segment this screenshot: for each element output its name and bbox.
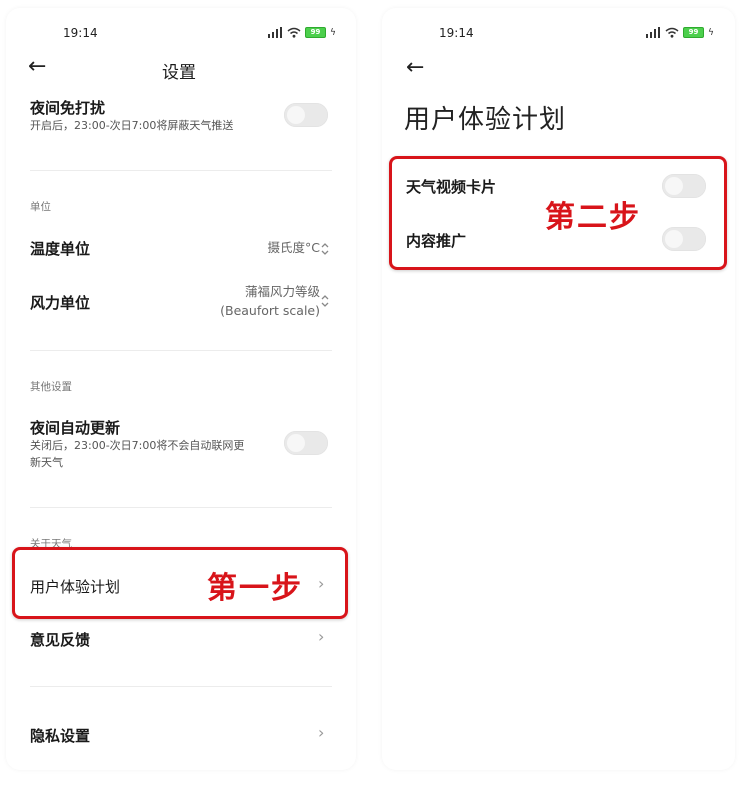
battery-icon: 99 bbox=[683, 27, 704, 38]
night-update-desc-line2: 新天气 bbox=[30, 456, 63, 469]
wind-unit-value-line1: 蒲福风力等级 bbox=[244, 284, 320, 299]
step1-label: 第一步 bbox=[207, 571, 303, 606]
charging-icon: ϟ bbox=[330, 27, 336, 38]
divider bbox=[30, 170, 332, 171]
divider bbox=[30, 350, 332, 351]
night-dnd-desc: 开启后，23:00-次日7:00将屏蔽天气推送 bbox=[30, 119, 234, 132]
night-dnd-title: 夜间免打扰 bbox=[30, 99, 106, 117]
page-title: 设置 bbox=[162, 63, 196, 83]
charging-icon: ϟ bbox=[708, 27, 714, 38]
chevron-right-icon: › bbox=[318, 723, 325, 742]
night-dnd-toggle[interactable] bbox=[284, 103, 328, 127]
privacy-title: 隐私设置 bbox=[30, 727, 91, 745]
temp-unit-value: 摄氏度°C bbox=[267, 240, 320, 255]
signal-icon bbox=[646, 27, 661, 38]
feedback-title: 意见反馈 bbox=[30, 631, 91, 649]
back-arrow-icon[interactable]: ← bbox=[406, 57, 424, 79]
divider bbox=[30, 686, 332, 687]
ux-plan-screen: 19:14 99 ϟ ← 用户体验计划 天气视频卡片 内容推广 bbox=[382, 8, 735, 770]
wind-unit-value-line2: (Beaufort scale) bbox=[220, 303, 320, 318]
chevron-right-icon: › bbox=[318, 627, 325, 646]
updown-icon bbox=[321, 243, 329, 255]
status-bar: 19:14 99 ϟ bbox=[382, 26, 735, 44]
updown-icon bbox=[321, 295, 329, 307]
night-update-title: 夜间自动更新 bbox=[30, 419, 121, 437]
status-time: 19:14 bbox=[439, 26, 474, 40]
wifi-icon bbox=[287, 27, 301, 38]
section-units: 单位 bbox=[30, 201, 51, 213]
night-update-toggle[interactable] bbox=[284, 431, 328, 455]
back-arrow-icon[interactable]: ← bbox=[28, 56, 46, 78]
signal-icon bbox=[268, 27, 283, 38]
page-title: 用户体验计划 bbox=[404, 105, 567, 135]
divider bbox=[30, 507, 332, 508]
wifi-icon bbox=[665, 27, 679, 38]
temp-unit-title: 温度单位 bbox=[30, 240, 91, 258]
section-other: 其他设置 bbox=[30, 381, 72, 393]
status-time: 19:14 bbox=[63, 26, 98, 40]
wind-unit-title: 风力单位 bbox=[30, 294, 91, 312]
step2-label: 第二步 bbox=[545, 200, 641, 235]
settings-screen: 19:14 99 ϟ ← 设置 夜间免打扰 开启后，23:00-次日7:00将屏… bbox=[6, 8, 356, 770]
battery-icon: 99 bbox=[305, 27, 326, 38]
night-update-desc-line1: 关闭后，23:00-次日7:00将不会自动联网更 bbox=[30, 439, 245, 452]
status-bar: 19:14 99 ϟ bbox=[6, 26, 356, 44]
